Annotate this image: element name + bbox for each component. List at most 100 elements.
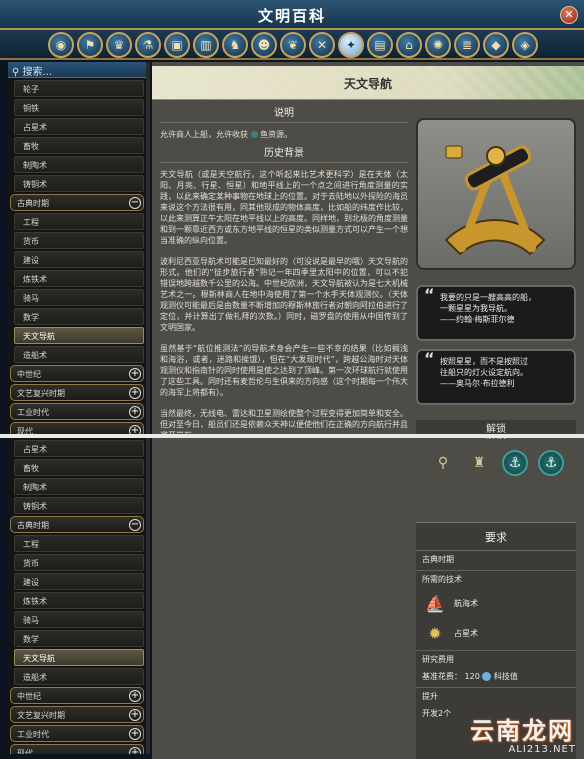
sidebar-scrollbar-continued[interactable]: [146, 438, 150, 754]
sidebar-tech-item[interactable]: 占星术: [14, 440, 144, 457]
sword-icon[interactable]: ✕: [309, 32, 335, 58]
sextant-portrait: [416, 118, 576, 270]
history-title: 历史背景: [160, 148, 408, 163]
sidebar-tech-item[interactable]: 骑马: [14, 611, 144, 628]
collapse-icon[interactable]: −: [129, 519, 141, 531]
expand-icon[interactable]: +: [129, 747, 141, 754]
era-header[interactable]: 古典时期 −: [10, 194, 144, 211]
sidebar-tech-item[interactable]: 天文导航: [14, 327, 144, 344]
history-paragraph: 天文导航（或是天空航行，这个听起来比艺术更科学）是在天体（太阳、月亮、行星、恒星…: [160, 170, 408, 245]
sidebar-tech-item[interactable]: 畜牧: [14, 137, 144, 154]
expand-icon[interactable]: +: [129, 709, 141, 721]
sidebar-tech-item[interactable]: 占星术: [14, 118, 144, 135]
required-tech-label: 所需的技术: [416, 570, 576, 588]
era-header[interactable]: 中世纪 +: [10, 687, 144, 704]
sidebar-tech-item[interactable]: 建设: [14, 251, 144, 268]
desc-text: 允许商人上船，允许收获 鱼资源。: [160, 130, 293, 139]
expand-icon[interactable]: +: [129, 690, 141, 702]
sidebar-tech-item[interactable]: 数学: [14, 308, 144, 325]
sidebar-tech-item[interactable]: 货币: [14, 232, 144, 249]
temple-icon[interactable]: ⌂: [396, 32, 422, 58]
person-icon[interactable]: ☻: [251, 32, 277, 58]
sidebar-tech-item[interactable]: 工程: [14, 213, 144, 230]
scroll-icon[interactable]: ≣: [454, 32, 480, 58]
expand-icon[interactable]: +: [129, 387, 141, 399]
expand-icon[interactable]: +: [129, 368, 141, 380]
sidebar-tech-item[interactable]: 畜牧: [14, 459, 144, 476]
unlocks-label: 解锁: [416, 438, 576, 441]
expand-icon[interactable]: +: [129, 406, 141, 418]
expand-icon[interactable]: +: [129, 425, 141, 434]
unlocks-panel: 解锁 ⚲ ♜ ⚓ ⚓: [416, 438, 576, 508]
history-paragraph: 当然最终，无线电、雷达和卫星测绘使整个过程变得更加简单和安全。但对至今日，船员们…: [160, 409, 408, 434]
required-tech-astrology[interactable]: ✹ 占星术: [416, 618, 576, 648]
sidebar-tech-item[interactable]: 造船术: [14, 346, 144, 363]
expand-icon[interactable]: +: [129, 728, 141, 740]
sidebar-tech-item[interactable]: 货币: [14, 554, 144, 571]
era-header[interactable]: 工业时代 +: [10, 403, 144, 420]
flask-icon[interactable]: ⚗: [135, 32, 161, 58]
city-icon[interactable]: ▥: [193, 32, 219, 58]
sidebar-tech-item[interactable]: 天文导航: [14, 649, 144, 666]
lighthouse-icon[interactable]: ♜: [466, 450, 492, 476]
sidebar-tech-item[interactable]: 炼铁术: [14, 592, 144, 609]
sidebar-tech-item[interactable]: 骑马: [14, 289, 144, 306]
astrology-icon: ✹: [428, 623, 442, 643]
trophy-icon[interactable]: ♛: [106, 32, 132, 58]
article-pane: 天文导航 说明 允许商人上船，允许收获 鱼资源。 历史背景 天文导航（或是天空航…: [152, 62, 584, 434]
title-bar: 文明百科 ✕: [0, 0, 584, 30]
requirements-title: 要求: [416, 529, 576, 551]
map-icon[interactable]: ◈: [512, 32, 538, 58]
article-body: 说明 允许商人上船，允许收获 鱼资源。 历史背景 天文导航（或是天空航行，这个听…: [160, 102, 408, 434]
tech-list-sidebar-continued: 占星术畜牧制陶术铸铜术古典时期 − 工程货币建设炼铁术骑马数学天文导航造船术中世纪 +…: [8, 438, 146, 754]
search-placeholder: 搜索...: [22, 67, 53, 78]
history-paragraph: 虽然基于“航位推测法”的导航术身会产生一些不幸的结果（比如搁浅和海浴，或者，迷路…: [160, 344, 408, 397]
sidebar-tech-item[interactable]: 铜铁: [14, 99, 144, 116]
leaf-icon[interactable]: ❦: [280, 32, 306, 58]
era-header[interactable]: 现代 +: [10, 744, 144, 754]
wings-icon[interactable]: ✺: [425, 32, 451, 58]
heading-band: 天文导航: [152, 66, 584, 100]
close-icon[interactable]: ✕: [560, 6, 578, 24]
sidebar-tech-item[interactable]: 轮子: [14, 80, 144, 97]
collapse-icon[interactable]: −: [129, 197, 141, 209]
sidebar-tech-item[interactable]: 制陶术: [14, 478, 144, 495]
quote-icon: “: [424, 285, 435, 304]
quote-icon: “: [424, 349, 435, 368]
harbor-anchor-icon[interactable]: ⚓: [502, 450, 528, 476]
search-input[interactable]: ⚲ 搜索...: [8, 62, 146, 78]
era-header[interactable]: 古典时期 −: [10, 516, 144, 533]
sextant-icon[interactable]: ✦: [338, 32, 364, 58]
watermark-cn: 云南龙网: [470, 717, 574, 745]
required-tech-sailing[interactable]: ⛵ 航海术: [416, 588, 576, 618]
required-era: 古典时期: [422, 555, 454, 564]
sidebar-tech-item[interactable]: 炼铁术: [14, 270, 144, 287]
unit-icon[interactable]: ♞: [222, 32, 248, 58]
era-header[interactable]: 现代 +: [10, 422, 144, 434]
globe-icon[interactable]: ◉: [48, 32, 74, 58]
shipyard-anchor-icon[interactable]: ⚓: [538, 450, 564, 476]
window-title: 文明百科: [257, 7, 326, 25]
era-header[interactable]: 文艺复兴时期 +: [10, 706, 144, 723]
buoy-icon[interactable]: ⚲: [430, 450, 456, 476]
era-header[interactable]: 文艺复兴时期 +: [10, 384, 144, 401]
era-header[interactable]: 中世纪 +: [10, 365, 144, 382]
sailing-ship-icon: ⛵: [425, 593, 445, 613]
civ-icon[interactable]: ⚑: [77, 32, 103, 58]
book-icon[interactable]: ▤: [367, 32, 393, 58]
sidebar-tech-item[interactable]: 造船术: [14, 668, 144, 685]
sidebar-tech-item[interactable]: 制陶术: [14, 156, 144, 173]
desc-title: 说明: [160, 108, 408, 123]
sidebar-tech-item[interactable]: 铸铜术: [14, 497, 144, 514]
sidebar-tech-item[interactable]: 建设: [14, 573, 144, 590]
era-header[interactable]: 工业时代 +: [10, 725, 144, 742]
sidebar-tech-item[interactable]: 数学: [14, 630, 144, 647]
watermark-en: ALI213.NET: [508, 744, 576, 755]
sidebar-tech-item[interactable]: 工程: [14, 535, 144, 552]
sidebar-tech-item[interactable]: 铸铜术: [14, 175, 144, 192]
crate-icon[interactable]: ▣: [164, 32, 190, 58]
tech-list-sidebar: ⚲ 搜索... 轮子铜铁占星术畜牧制陶术铸铜术古典时期 − 工程货币建设炼铁术骑马数…: [8, 62, 146, 434]
shield-icon[interactable]: ◆: [483, 32, 509, 58]
boost-label: 提升: [416, 687, 576, 705]
sidebar-scrollbar[interactable]: [146, 62, 150, 434]
